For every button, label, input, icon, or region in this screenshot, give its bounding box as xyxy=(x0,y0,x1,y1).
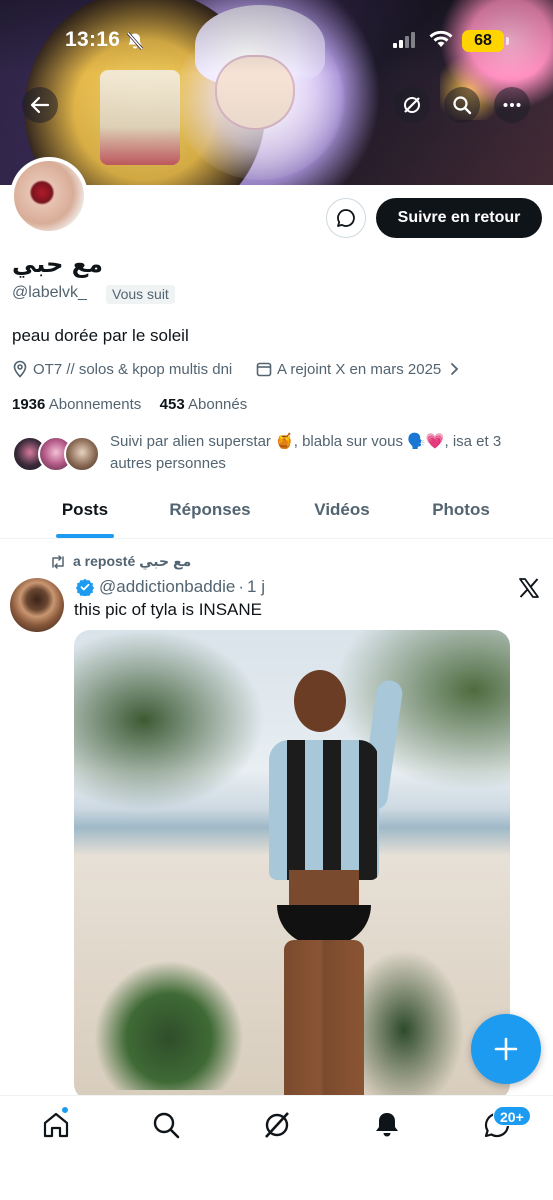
profile-display-name: مع حبي xyxy=(12,250,103,278)
profile-avatar[interactable] xyxy=(10,157,88,235)
grok-icon[interactable] xyxy=(262,1110,292,1140)
post-separator: · xyxy=(238,577,245,596)
following-link[interactable]: 1936 Abonnements xyxy=(12,396,141,413)
battery-indicator: 68 xyxy=(462,30,504,52)
bottom-navigation: 20+ xyxy=(0,1095,553,1200)
messages-badge: 20+ xyxy=(493,1106,531,1126)
battery-tip xyxy=(506,37,509,45)
joined-text: A rejoint X en mars 2025 xyxy=(277,360,442,378)
post-age: 1 j xyxy=(247,577,265,596)
follow-counts: 1936 Abonnements 453 Abonnés xyxy=(12,396,247,413)
tab-posts[interactable]: Posts xyxy=(44,490,126,538)
tab-replies[interactable]: Réponses xyxy=(160,490,260,538)
tab-videos[interactable]: Vidéos xyxy=(296,490,388,538)
status-time: 13:16 xyxy=(65,28,121,51)
verified-badge-icon xyxy=(76,578,94,596)
plus-icon xyxy=(494,1037,518,1061)
follower-avatar xyxy=(64,436,100,472)
followers-label: Abonnés xyxy=(188,396,248,413)
profile-handle: @labelvk_ xyxy=(12,284,87,301)
search-button[interactable] xyxy=(444,87,480,123)
message-button[interactable] xyxy=(326,198,366,238)
chevron-right-icon xyxy=(451,363,459,375)
post-author-avatar[interactable] xyxy=(10,578,64,632)
post-header: @addictionbaddie · 1 j xyxy=(76,576,265,598)
calendar-icon xyxy=(256,362,272,377)
post-text: this pic of tyla is INSANE xyxy=(74,600,263,619)
notifications-icon[interactable] xyxy=(372,1110,402,1140)
post-author-handle[interactable]: @addictionbaddie xyxy=(99,577,235,597)
message-bubble-icon xyxy=(337,209,355,227)
repost-icon xyxy=(52,554,64,569)
followers-link[interactable]: 453 Abonnés xyxy=(160,396,248,413)
followed-by-avatars[interactable] xyxy=(12,436,102,474)
home-notification-dot xyxy=(61,1106,69,1114)
location-pin-icon xyxy=(13,360,27,378)
home-icon[interactable] xyxy=(41,1110,71,1140)
post-image-subject xyxy=(249,670,419,1100)
followed-by-text[interactable]: Suivi par alien superstar 🍯, blabla sur … xyxy=(110,431,540,475)
profile-tabs: Posts Réponses Vidéos Photos xyxy=(0,490,553,539)
following-label: Abonnements xyxy=(48,396,142,413)
profile-bio: peau dorée par le soleil xyxy=(12,326,189,345)
post-image[interactable] xyxy=(74,630,510,1100)
active-tab-indicator xyxy=(56,534,114,538)
reposted-label: a reposté مع حبي xyxy=(73,553,192,569)
grok-icon xyxy=(404,97,420,113)
followers-count: 453 xyxy=(159,396,185,413)
cellular-signal-icon xyxy=(393,32,415,48)
status-bar: 13:16 68 xyxy=(0,26,553,56)
grok-button[interactable] xyxy=(394,87,430,123)
profile-joined-date[interactable]: A rejoint X en mars 2025 xyxy=(256,359,466,379)
follows-you-badge: Vous suit xyxy=(106,285,175,304)
search-icon[interactable] xyxy=(151,1110,181,1140)
wifi-icon xyxy=(429,30,453,47)
profile-location: OT7 // solos & kpop multis dni xyxy=(12,359,232,379)
more-options-button[interactable] xyxy=(494,87,530,123)
tab-photos[interactable]: Photos xyxy=(418,490,504,538)
arrow-left-icon xyxy=(30,96,50,114)
repost-indicator[interactable]: a reposté مع حبي xyxy=(50,553,191,570)
follow-back-button[interactable]: Suivre en retour xyxy=(376,198,542,238)
back-button[interactable] xyxy=(22,87,58,123)
compose-post-button[interactable] xyxy=(471,1014,541,1084)
more-horizontal-icon xyxy=(503,103,521,107)
post-image-palm xyxy=(94,960,244,1090)
following-count: 1936 xyxy=(12,396,46,413)
bell-off-icon xyxy=(126,32,144,50)
x-logo-icon xyxy=(519,578,539,598)
search-icon xyxy=(453,96,472,115)
location-text: OT7 // solos & kpop multis dni xyxy=(33,360,233,378)
